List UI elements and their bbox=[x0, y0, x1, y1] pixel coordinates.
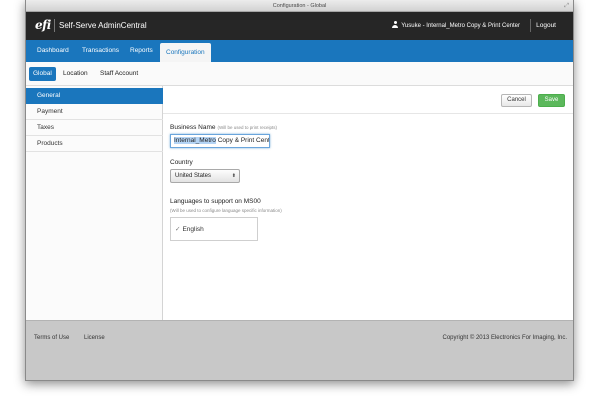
user-label: Yusuke - Internal_Metro Copy & Print Cen… bbox=[401, 23, 520, 29]
brand-divider bbox=[54, 19, 55, 32]
select-arrows-icon: ⬍ bbox=[231, 173, 236, 179]
tab-dashboard[interactable]: Dashboard bbox=[31, 40, 75, 62]
license-link[interactable]: License bbox=[84, 334, 105, 342]
efi-logo: efi bbox=[35, 18, 51, 32]
languages-label: Languages to support on MS00 bbox=[170, 198, 261, 205]
sidebar: General Payment Taxes Products bbox=[26, 86, 168, 320]
save-button[interactable]: Save bbox=[538, 94, 565, 107]
language-label: English bbox=[182, 226, 204, 233]
languages-hint: (Will be used to configure language spec… bbox=[170, 208, 282, 213]
languages-list: ✓ English bbox=[170, 217, 258, 241]
tab-reports[interactable]: Reports bbox=[124, 40, 159, 62]
language-option-english[interactable]: ✓ English bbox=[175, 226, 204, 234]
sidebar-item-general[interactable]: General bbox=[26, 88, 168, 104]
sidebar-item-label: Payment bbox=[37, 108, 63, 115]
terms-of-use-link[interactable]: Terms of Use bbox=[34, 334, 69, 342]
business-name-label-text: Business Name bbox=[170, 124, 216, 131]
tab-configuration[interactable]: Configuration bbox=[160, 43, 211, 62]
user-menu[interactable]: Yusuke - Internal_Metro Copy & Print Cen… bbox=[392, 21, 520, 31]
sidebar-item-label: Taxes bbox=[37, 124, 54, 131]
business-name-label: Business Name (Will be used to print rece… bbox=[170, 123, 277, 132]
tab-transactions[interactable]: Transactions bbox=[76, 40, 125, 62]
country-select[interactable]: United States ⬍ bbox=[170, 169, 240, 183]
subtab-location[interactable]: Location bbox=[59, 67, 92, 81]
general-settings-panel: Cancel Save Business Name (Will be used t… bbox=[163, 86, 573, 320]
checkmark-icon: ✓ bbox=[175, 226, 181, 233]
sidebar-item-products[interactable]: Products bbox=[26, 136, 163, 152]
subtab-staff-account[interactable]: Staff Account bbox=[96, 67, 142, 81]
country-value: United States bbox=[175, 173, 212, 179]
app-window: Configuration - Global ⤢ efi Self-Serve … bbox=[25, 0, 574, 381]
content-divider bbox=[163, 113, 573, 114]
subtab-global[interactable]: Global bbox=[29, 67, 56, 81]
user-icon bbox=[392, 21, 399, 28]
top-header: efi Self-Serve AdminCentral Yusuke - Int… bbox=[26, 12, 573, 40]
window-title: Configuration - Global bbox=[272, 3, 327, 9]
header-divider bbox=[530, 19, 531, 32]
logout-link[interactable]: Logout bbox=[536, 21, 556, 30]
input-text: Copy & Print Cent bbox=[215, 137, 270, 144]
footer: Terms of Use License Copyright © 2013 El… bbox=[26, 320, 573, 380]
sidebar-item-payment[interactable]: Payment bbox=[26, 104, 163, 120]
copyright-text: Copyright © 2013 Electronics For Imaging… bbox=[442, 335, 567, 341]
country-label: Country bbox=[170, 159, 193, 166]
main-nav: Dashboard Transactions Reports Configura… bbox=[26, 40, 573, 62]
business-name-input[interactable]: Internal_Metro Copy & Print Cent bbox=[170, 134, 270, 148]
business-name-hint: (Will be used to print receipts) bbox=[217, 125, 278, 130]
sidebar-item-taxes[interactable]: Taxes bbox=[26, 120, 163, 136]
sidebar-item-label: General bbox=[37, 92, 61, 99]
selected-text: Internal_Metro bbox=[174, 137, 216, 144]
cancel-button[interactable]: Cancel bbox=[501, 94, 532, 107]
window-titlebar: Configuration - Global ⤢ bbox=[26, 0, 573, 12]
app-name: Self-Serve AdminCentral bbox=[59, 21, 147, 30]
sub-nav: Global Location Staff Account bbox=[26, 62, 573, 86]
fullscreen-icon[interactable]: ⤢ bbox=[564, 1, 569, 11]
sidebar-item-label: Products bbox=[37, 140, 63, 147]
